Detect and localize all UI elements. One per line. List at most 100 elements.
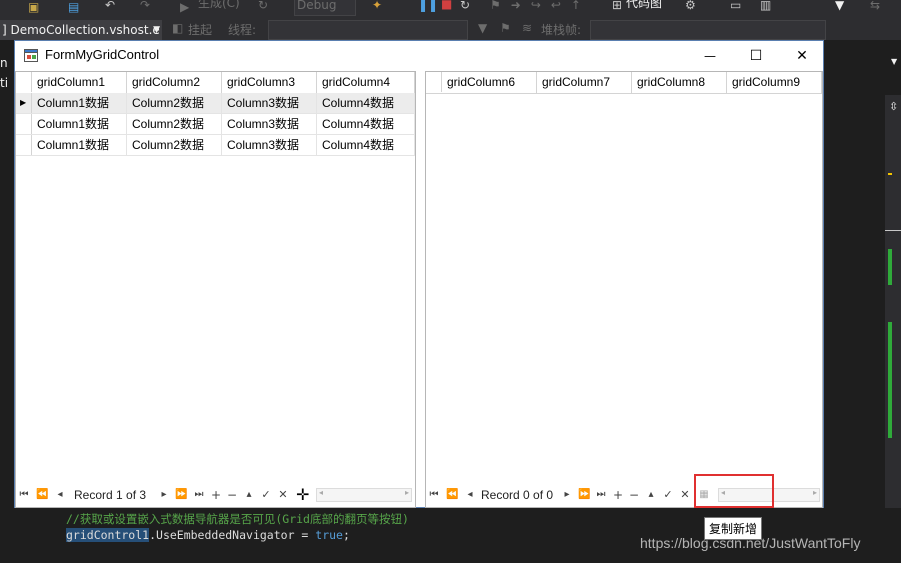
code-value: true xyxy=(315,528,343,542)
end-edit-icon[interactable]: ✓ xyxy=(260,487,272,503)
row-indicator[interactable] xyxy=(16,114,32,134)
document-tab[interactable]: ] DemoCollection.vshost.e ▼ xyxy=(0,20,162,40)
table-cell[interactable]: Column1数据 xyxy=(32,93,127,113)
code-statement: gridControl1.UseEmbeddedNavigator = true… xyxy=(66,528,350,542)
first-icon[interactable]: ⏮ xyxy=(18,487,30,503)
sync-icon[interactable]: ⇆ xyxy=(870,0,880,12)
redo-icon[interactable]: ↷ xyxy=(140,0,150,12)
stop-icon[interactable]: ■ xyxy=(441,0,452,11)
row-indicator[interactable]: ▶ xyxy=(16,93,32,113)
next-page-icon[interactable]: ⏩ xyxy=(578,487,590,503)
table-row[interactable]: Column1数据 Column2数据 Column3数据 Column4数据 xyxy=(16,135,415,156)
save-icon[interactable]: ▣ xyxy=(28,0,39,14)
row-pointer-icon: ▶ xyxy=(20,98,27,107)
undo-icon[interactable]: ↶ xyxy=(105,0,115,12)
column-header[interactable]: gridColumn7 xyxy=(537,72,632,93)
stackframe-dropdown[interactable] xyxy=(590,20,826,40)
bookmark-icon[interactable]: ◧ xyxy=(172,21,183,35)
scroll-marker xyxy=(888,322,892,438)
edit-icon[interactable]: ▴ xyxy=(645,487,657,503)
column-header[interactable]: gridColumn2 xyxy=(127,72,222,93)
last-icon[interactable]: ⏭ xyxy=(193,487,205,503)
dropdown-chevron-icon[interactable]: ▼ xyxy=(891,57,897,66)
table-row[interactable]: ▶ Column1数据 Column2数据 Column3数据 Column4数据 xyxy=(16,93,415,114)
table-row[interactable]: Column1数据 Column2数据 Column3数据 Column4数据 xyxy=(16,114,415,135)
delete-icon[interactable]: − xyxy=(226,487,238,503)
table-cell[interactable]: Column4数据 xyxy=(317,93,415,113)
horizontal-scrollbar[interactable]: ◂ ▸ xyxy=(316,488,412,502)
first-icon[interactable]: ⏮ xyxy=(428,487,440,503)
table-cell[interactable]: Column4数据 xyxy=(317,135,415,155)
thread-dropdown[interactable] xyxy=(268,20,468,40)
table-cell[interactable]: Column4数据 xyxy=(317,114,415,134)
frames-icon[interactable]: ≋ xyxy=(522,21,532,35)
table-cell[interactable]: Column1数据 xyxy=(32,114,127,134)
maximize-button[interactable]: ☐ xyxy=(733,41,779,70)
chevron-down-icon[interactable]: ▼ xyxy=(153,20,160,40)
start-icon[interactable]: ▶ xyxy=(180,0,189,14)
table-cell[interactable]: Column2数据 xyxy=(127,93,222,113)
next-icon[interactable]: ▸ xyxy=(158,487,170,503)
codemap-label[interactable]: 代码图 xyxy=(626,0,662,11)
maximize-icon: ☐ xyxy=(749,47,763,64)
minimize-icon: — xyxy=(704,48,716,63)
edit-icon[interactable]: ▴ xyxy=(243,487,255,503)
row-indicator[interactable] xyxy=(16,135,32,155)
table-cell[interactable]: Column1数据 xyxy=(32,135,127,155)
prev-icon[interactable]: ◂ xyxy=(54,487,66,503)
delete-icon[interactable]: − xyxy=(628,487,640,503)
grid-control-2[interactable]: gridColumn6 gridColumn7 gridColumn8 grid… xyxy=(425,71,823,508)
pause-icon[interactable]: ❚❚ xyxy=(418,0,438,12)
cancel-edit-icon[interactable]: ✕ xyxy=(679,487,691,503)
column-header[interactable]: gridColumn4 xyxy=(317,72,415,93)
pointer-icon[interactable]: ✦ xyxy=(372,0,382,12)
append-icon[interactable]: + xyxy=(612,487,624,503)
filter-icon[interactable]: ▼ xyxy=(478,21,487,35)
column-header[interactable]: gridColumn6 xyxy=(442,72,537,93)
table-cell[interactable]: Column3数据 xyxy=(222,114,317,134)
code-end: ; xyxy=(342,528,350,542)
column-header[interactable]: gridColumn3 xyxy=(222,72,317,93)
cancel-edit-icon[interactable]: ✕ xyxy=(277,487,289,503)
column-header[interactable]: gridColumn8 xyxy=(632,72,727,93)
refresh-icon[interactable]: ↻ xyxy=(258,0,268,12)
suspend-label[interactable]: 挂起 xyxy=(188,21,212,38)
step-icons[interactable]: ⚑➜↪↩↑ xyxy=(490,0,591,12)
custom-copy-add-icon[interactable]: ✛ xyxy=(296,487,309,503)
thread-label: 线程: xyxy=(228,23,257,37)
prev-page-icon[interactable]: ⏪ xyxy=(446,487,458,503)
table-cell[interactable]: Column2数据 xyxy=(127,135,222,155)
diagnostic-icon[interactable]: ⚙ xyxy=(685,0,696,12)
scroll-right-icon[interactable]: ▸ xyxy=(813,488,817,497)
column-header[interactable]: gridColumn1 xyxy=(32,72,127,93)
codemap-icon[interactable]: ⊞ xyxy=(612,0,622,12)
table-cell[interactable]: Column3数据 xyxy=(222,93,317,113)
layout-icon[interactable]: ▥ xyxy=(760,0,771,12)
end-edit-icon[interactable]: ✓ xyxy=(662,487,674,503)
save-all-icon[interactable]: ▤ xyxy=(68,0,79,14)
prev-icon[interactable]: ◂ xyxy=(464,487,476,503)
restart-icon[interactable]: ↻ xyxy=(460,0,470,12)
table-cell[interactable]: Column3数据 xyxy=(222,135,317,155)
scroll-right-icon[interactable]: ▸ xyxy=(405,488,409,497)
minimize-button[interactable]: — xyxy=(687,41,733,70)
next-page-icon[interactable]: ⏩ xyxy=(175,487,187,503)
column-header[interactable]: gridColumn9 xyxy=(727,72,822,93)
close-button[interactable]: ✕ xyxy=(779,41,825,70)
scroll-left-icon[interactable]: ◂ xyxy=(319,488,323,497)
append-icon[interactable]: + xyxy=(210,487,222,503)
grid-control-1[interactable]: gridColumn1 gridColumn2 gridColumn3 grid… xyxy=(15,71,416,508)
title-bar[interactable]: FormMyGridControl — ☐ ✕ xyxy=(15,41,823,70)
ide-scrollbar[interactable] xyxy=(885,95,901,525)
prev-page-icon[interactable]: ⏪ xyxy=(36,487,48,503)
window-icon[interactable]: ▭ xyxy=(730,0,741,12)
table-cell[interactable]: Column2数据 xyxy=(127,114,222,134)
flag-icon[interactable]: ⚑ xyxy=(500,21,511,35)
last-icon[interactable]: ⏭ xyxy=(595,487,607,503)
form-window: FormMyGridControl — ☐ ✕ gridColumn1 grid… xyxy=(14,40,824,508)
config-dropdown[interactable]: Debug xyxy=(294,0,356,16)
next-icon[interactable]: ▸ xyxy=(561,487,573,503)
build-label[interactable]: 生成(C) xyxy=(198,0,240,11)
pin-icon[interactable]: ▼ xyxy=(835,0,844,12)
split-icon[interactable]: ⇳ xyxy=(889,100,898,113)
